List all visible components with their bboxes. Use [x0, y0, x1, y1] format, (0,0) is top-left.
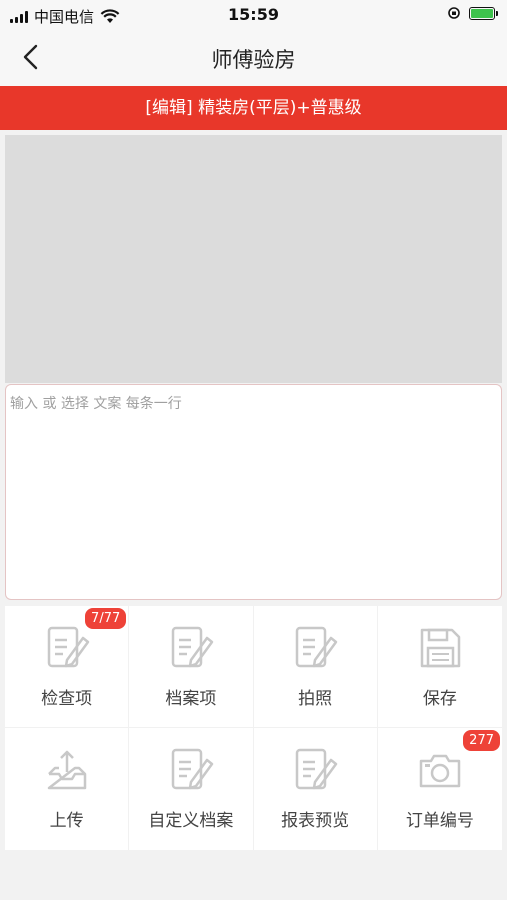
document-edit-icon — [295, 748, 338, 790]
action-label: 上传 — [49, 811, 84, 831]
action-label: 档案项 — [165, 689, 217, 709]
action-archive-items[interactable]: 档案项 — [129, 606, 254, 728]
upload-tray-icon — [47, 750, 86, 790]
photo-preview[interactable] — [5, 135, 502, 383]
document-edit-icon — [171, 748, 214, 790]
battery-icon — [469, 6, 498, 20]
action-take-photo[interactable]: 拍照 — [253, 606, 378, 728]
action-inspection-items[interactable]: 7/77 检查项 — [5, 606, 130, 728]
action-grid: 7/77 检查项 档案项 拍照 保存 上传 自定义档案 报表预览 277 订单编… — [5, 606, 502, 850]
inspection-count-badge: 7/77 — [85, 608, 127, 629]
action-custom-archive[interactable]: 自定义档案 — [129, 728, 254, 850]
action-label: 订单编号 — [405, 811, 474, 831]
document-edit-icon — [171, 626, 214, 668]
action-report-preview[interactable]: 报表预览 — [254, 728, 378, 850]
document-edit-icon — [295, 626, 338, 668]
camera-icon — [419, 754, 461, 788]
remark-textarea[interactable] — [5, 384, 502, 600]
orientation-lock-icon — [448, 7, 460, 19]
action-label: 拍照 — [298, 689, 333, 709]
document-edit-icon — [47, 626, 89, 668]
action-label: 保存 — [422, 689, 457, 709]
page-title: 师傅验房 — [211, 48, 296, 72]
status-bar: 中国电信 15:59 — [0, 0, 507, 30]
status-right — [447, 6, 498, 20]
floppy-disk-icon — [420, 628, 461, 668]
clock: 15:59 — [228, 5, 279, 24]
order-count-badge: 277 — [463, 730, 500, 751]
nav-bar: 师傅验房 — [0, 30, 507, 86]
action-save[interactable]: 保存 — [377, 606, 502, 728]
action-label: 报表预览 — [281, 811, 350, 831]
action-label: 自定义档案 — [148, 811, 234, 831]
action-order-number[interactable]: 277 订单编号 — [378, 728, 502, 850]
action-label: 检查项 — [41, 689, 93, 709]
edit-mode-banner: [编辑] 精装房(平层)+普惠级 — [0, 86, 507, 130]
action-upload[interactable]: 上传 — [5, 728, 130, 850]
